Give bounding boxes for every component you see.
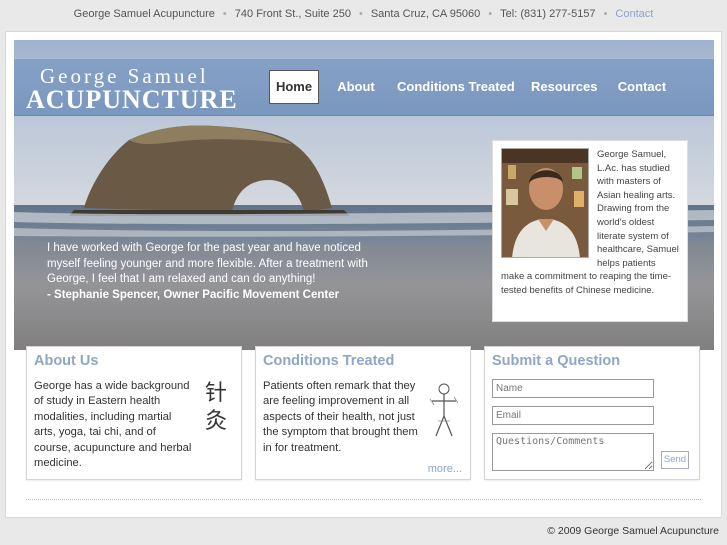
testimonial-text: I have worked with George for the past y… <box>47 242 368 285</box>
portrait-photo <box>501 148 589 258</box>
more-link[interactable]: more... <box>428 463 462 475</box>
about-text: George has a wide background of study in… <box>34 380 192 470</box>
nav-home[interactable]: Home <box>269 70 319 104</box>
conditions-box: Conditions Treated Patients often remark… <box>255 346 471 480</box>
phone: Tel: (831) 277-5157 <box>500 8 596 20</box>
chinese-calligraphy-icon: 针 灸 <box>205 380 227 436</box>
address: 740 Front St., Suite 250 <box>234 8 351 20</box>
acupuncture-figure-icon <box>429 383 459 437</box>
calligraphy-glyph: 灸 <box>205 409 228 434</box>
top-info-bar: George Samuel Acupuncture • 740 Front St.,… <box>0 0 727 28</box>
about-box: About Us George has a wide background of… <box>26 346 242 480</box>
conditions-heading[interactable]: Conditions Treated <box>263 353 463 369</box>
practice-name: George Samuel Acupuncture <box>73 8 215 20</box>
nav-conditions-treated[interactable]: Conditions Treated <box>397 70 515 104</box>
separator-dot: • <box>488 8 493 20</box>
city: Santa Cruz, CA 95060 <box>370 8 481 20</box>
page-frame: George Samuel ACUPUNCTURE Home About Con… <box>5 31 722 518</box>
name-input[interactable] <box>492 379 654 398</box>
separator-dot: • <box>358 8 363 20</box>
bio-card: George Samuel, L.Ac. has studied with ma… <box>492 140 688 322</box>
question-heading: Submit a Question <box>492 353 621 369</box>
dotted-divider <box>26 499 701 500</box>
separator-dot: • <box>222 8 227 20</box>
nav-resources[interactable]: Resources <box>531 70 597 104</box>
separator-dot: • <box>603 8 608 20</box>
comments-textarea[interactable] <box>492 433 654 471</box>
testimonial-author: - Stephanie Spencer, Owner Pacific Movem… <box>47 288 340 301</box>
nav-about[interactable]: About <box>334 70 378 104</box>
hero-header: George Samuel ACUPUNCTURE Home About Con… <box>14 40 714 350</box>
question-box: Submit a Question Send <box>484 346 700 480</box>
copyright-footer: © 2009 George Samuel Acupuncture <box>547 525 719 537</box>
portrait-illustration <box>502 149 588 257</box>
email-input[interactable] <box>492 406 654 425</box>
logo-title[interactable]: ACUPUNCTURE <box>26 85 238 115</box>
about-heading[interactable]: About Us <box>34 353 234 369</box>
calligraphy-glyph: 针 <box>205 381 228 406</box>
testimonial: I have worked with George for the past y… <box>47 241 387 303</box>
nav-contact[interactable]: Contact <box>616 70 668 104</box>
send-button[interactable]: Send <box>661 451 689 469</box>
conditions-text: Patients often remark that they are feel… <box>263 380 418 454</box>
contact-link[interactable]: Contact <box>615 8 653 20</box>
